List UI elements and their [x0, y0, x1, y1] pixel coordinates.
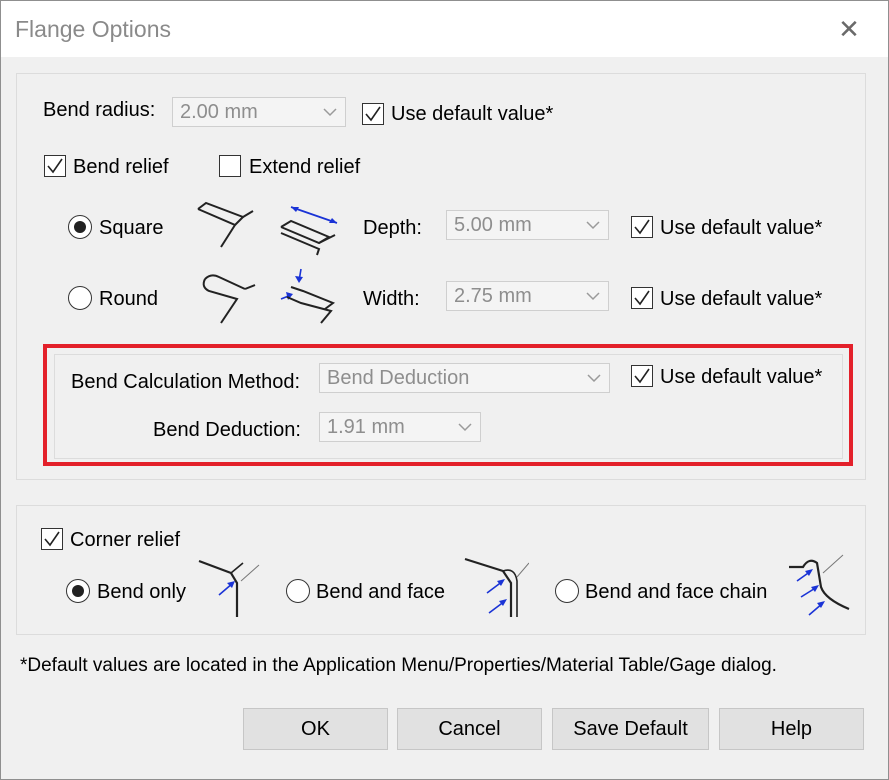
corner-relief-checkbox[interactable]	[41, 528, 63, 550]
chevron-down-icon	[587, 374, 601, 383]
close-icon: ✕	[838, 14, 860, 44]
square-radio[interactable]	[68, 215, 92, 239]
bend-radius-label: Bend radius:	[43, 99, 156, 121]
dialog-title: Flange Options	[15, 16, 171, 42]
chevron-down-icon	[323, 108, 337, 117]
checkmark-icon	[634, 368, 650, 384]
bend-only-icon	[198, 559, 260, 617]
extend-relief-checkbox[interactable]	[219, 155, 241, 177]
flange-options-dialog: Flange Options ✕ Bend radius: 2.00 mm Us…	[0, 0, 889, 780]
bend-deduction-value: 1.91 mm	[327, 416, 405, 438]
width-combo[interactable]: 2.75 mm	[446, 281, 609, 311]
help-button[interactable]: Help	[719, 708, 864, 750]
bend-and-face-label: Bend and face	[316, 581, 445, 603]
checkmark-icon	[634, 219, 650, 235]
corner-relief-group	[16, 505, 866, 635]
width-default-checkbox[interactable]	[631, 287, 653, 309]
default-values-note: *Default values are located in the Appli…	[20, 655, 777, 676]
bend-relief-checkbox[interactable]	[44, 155, 66, 177]
bend-relief-label: Bend relief	[73, 156, 169, 178]
radio-selected-dot	[74, 221, 86, 233]
bend-and-face-radio[interactable]	[286, 579, 310, 603]
depth-default-label: Use default value*	[660, 217, 823, 239]
depth-default-checkbox[interactable]	[631, 216, 653, 238]
corner-relief-label: Corner relief	[70, 529, 181, 551]
width-value: 2.75 mm	[454, 285, 532, 307]
extend-relief-label: Extend relief	[249, 156, 361, 178]
calc-method-label: Bend Calculation Method:	[71, 371, 301, 393]
bend-and-face-icon	[464, 557, 529, 617]
radio-selected-dot	[72, 585, 84, 597]
round-width-icon	[280, 268, 336, 324]
bend-deduction-label: Bend Deduction:	[153, 419, 301, 441]
bend-radius-combo[interactable]: 2.00 mm	[172, 97, 346, 127]
width-default-label: Use default value*	[660, 288, 823, 310]
square-relief-icon	[197, 201, 254, 248]
square-label: Square	[99, 217, 164, 239]
bend-and-face-chain-label: Bend and face chain	[585, 581, 768, 603]
chevron-down-icon	[586, 292, 600, 301]
depth-label: Depth:	[363, 217, 422, 239]
depth-combo[interactable]: 5.00 mm	[446, 210, 609, 240]
radius-default-checkbox[interactable]	[362, 103, 384, 125]
ok-button[interactable]: OK	[243, 708, 388, 750]
round-label: Round	[99, 288, 158, 310]
bend-and-face-chain-radio[interactable]	[555, 579, 579, 603]
chevron-down-icon	[458, 423, 472, 432]
round-radio[interactable]	[68, 286, 92, 310]
title-bar: Flange Options ✕	[1, 1, 888, 57]
save-default-button[interactable]: Save Default	[552, 708, 709, 750]
chevron-down-icon	[586, 221, 600, 230]
bend-only-label: Bend only	[97, 581, 186, 603]
round-relief-icon	[202, 274, 256, 324]
bend-only-radio[interactable]	[66, 579, 90, 603]
bend-radius-value: 2.00 mm	[180, 101, 258, 123]
square-depth-icon	[280, 206, 338, 256]
checkmark-icon	[47, 158, 63, 174]
calc-default-label: Use default value*	[660, 366, 823, 388]
checkmark-icon	[44, 531, 60, 547]
width-label: Width:	[363, 288, 420, 310]
cancel-button[interactable]: Cancel	[397, 708, 542, 750]
calc-method-value: Bend Deduction	[327, 367, 470, 389]
radius-default-label: Use default value*	[391, 103, 554, 125]
close-button[interactable]: ✕	[831, 13, 867, 45]
checkmark-icon	[365, 106, 381, 122]
calc-default-checkbox[interactable]	[631, 365, 653, 387]
depth-value: 5.00 mm	[454, 214, 532, 236]
bend-deduction-combo[interactable]: 1.91 mm	[319, 412, 481, 442]
checkmark-icon	[634, 290, 650, 306]
bend-and-face-chain-icon	[789, 554, 850, 616]
calc-method-combo[interactable]: Bend Deduction	[319, 363, 610, 393]
